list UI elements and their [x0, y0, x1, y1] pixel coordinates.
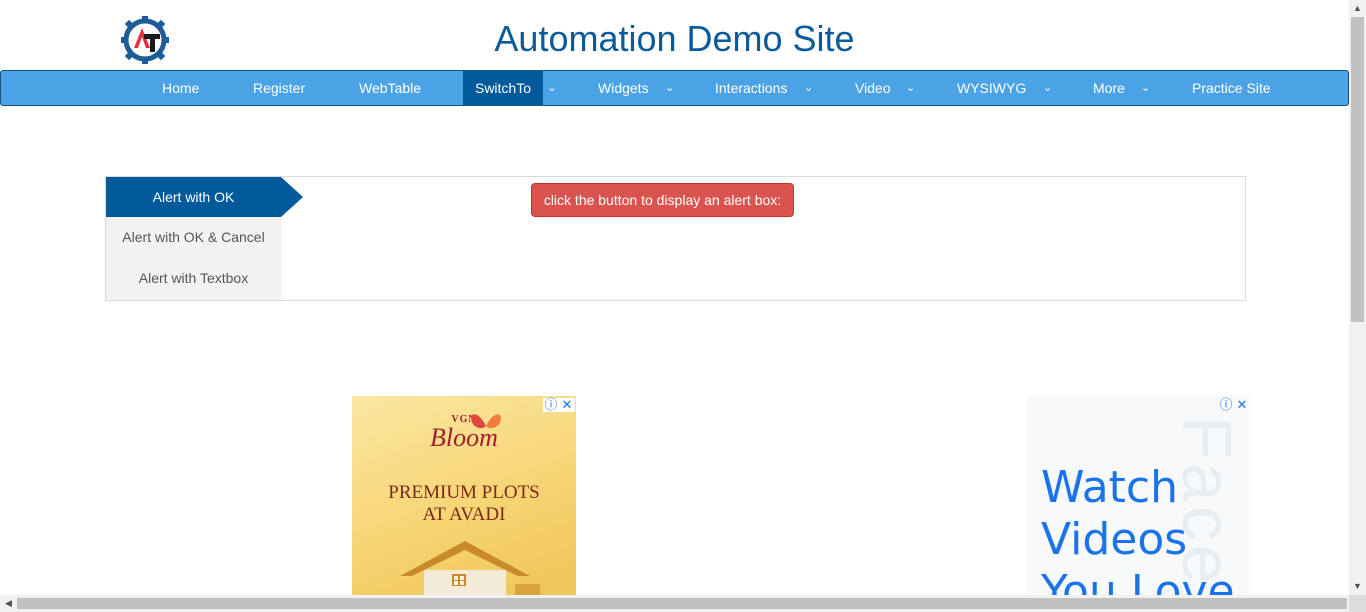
scroll-up-icon[interactable]: ▲ [1349, 0, 1366, 17]
ad-brand: VGN Bloom [352, 414, 576, 453]
site-title: Automation Demo Site [494, 18, 855, 59]
nav-home[interactable]: Home [162, 71, 199, 105]
ad-headline-line-1: PREMIUM PLOTS [388, 482, 540, 503]
site-header: Automation Demo Site [0, 0, 1349, 70]
nav-webtable[interactable]: WebTable [359, 71, 421, 105]
horizontal-scroll-thumb[interactable] [17, 598, 1347, 609]
ad-brand-name: Bloom [430, 423, 498, 452]
tab-alert-with-ok[interactable]: Alert with OK [106, 177, 281, 217]
nav-video[interactable]: Video [855, 71, 891, 105]
vertical-scroll-thumb[interactable] [1351, 17, 1364, 322]
chevron-down-icon[interactable]: ⌄ [1043, 71, 1052, 105]
scroll-down-icon[interactable]: ▼ [1349, 578, 1366, 595]
chevron-down-icon[interactable]: ⌄ [1141, 71, 1150, 105]
ad-text-line-3: You Love [1041, 566, 1235, 596]
chevron-down-icon[interactable]: ⌄ [665, 71, 674, 105]
ad-text-line-2: Videos [1041, 514, 1188, 565]
ad-close-icon[interactable]: ✕ [559, 398, 575, 412]
main-nav: Home Register WebTable SwitchTo ⌄ Widget… [0, 70, 1349, 106]
tab-alert-with-textbox[interactable]: Alert with Textbox [106, 258, 281, 298]
display-alert-button[interactable]: click the button to display an alert box… [531, 183, 794, 217]
nav-more[interactable]: More [1093, 71, 1125, 105]
ad-headline-line-2: AT AVADI [422, 504, 506, 525]
horizontal-scrollbar[interactable]: ◀ [0, 595, 1349, 612]
active-tab-arrow [281, 177, 303, 217]
chevron-down-icon[interactable]: ⌄ [804, 71, 813, 105]
advertisement-right[interactable]: Face ⓘ ✕ Watch Videos You Love [1027, 396, 1251, 596]
tab-alert-with-ok-cancel[interactable]: Alert with OK & Cancel [106, 217, 281, 257]
nav-practice-site[interactable]: Practice Site [1192, 71, 1271, 105]
scrollbar-corner [1349, 595, 1366, 612]
alert-panel: Alert with OK Alert with OK & Cancel Ale… [105, 176, 1246, 301]
chevron-down-icon[interactable]: ⌄ [543, 71, 561, 105]
butterfly-icon [471, 414, 501, 429]
ad-info-icon[interactable]: ⓘ [1218, 398, 1234, 412]
nav-interactions[interactable]: Interactions [715, 71, 787, 105]
nav-switchto[interactable]: SwitchTo [463, 71, 543, 105]
ad-text-line-1: Watch [1041, 462, 1178, 513]
scroll-left-icon[interactable]: ◀ [0, 595, 17, 612]
vertical-scrollbar[interactable]: ▲ ▼ [1349, 0, 1366, 595]
chevron-down-icon[interactable]: ⌄ [906, 71, 915, 105]
nav-widgets[interactable]: Widgets [598, 71, 649, 105]
alert-tabs: Alert with OK Alert with OK & Cancel Ale… [106, 177, 281, 300]
advertisement-left[interactable]: ⓘ ✕ VGN Bloom PREMIUM PLOTS AT AVADI [352, 396, 576, 596]
house-illustration [400, 541, 540, 596]
nav-register[interactable]: Register [253, 71, 305, 105]
ad-close-icon[interactable]: ✕ [1234, 398, 1250, 412]
ad-info-icon[interactable]: ⓘ [543, 398, 559, 412]
nav-wysiwyg[interactable]: WYSIWYG [957, 71, 1026, 105]
ad-headline: PREMIUM PLOTS AT AVADI [352, 482, 576, 526]
ad-text: Watch Videos You Love [1041, 462, 1235, 596]
